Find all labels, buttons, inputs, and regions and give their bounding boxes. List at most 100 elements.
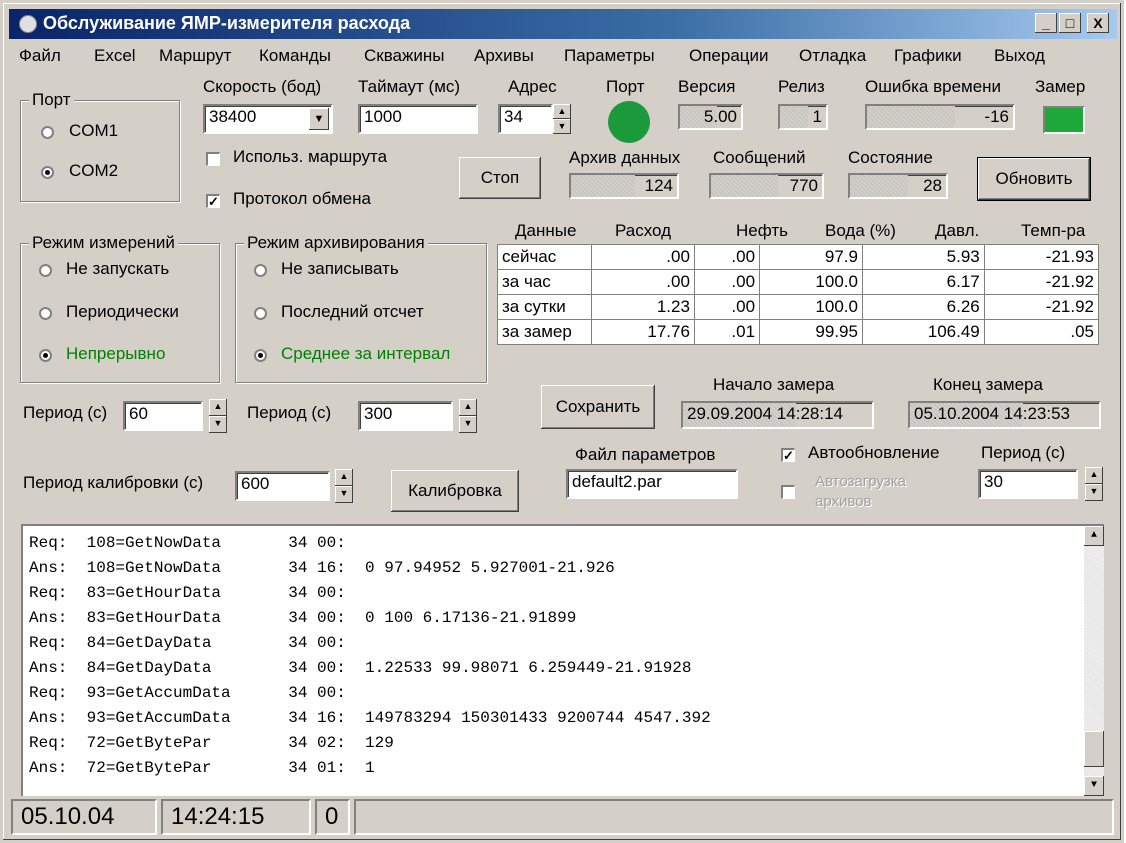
measure-mode-radio-0[interactable] xyxy=(39,264,52,277)
address-input[interactable]: 34 xyxy=(498,104,553,134)
measure-mode-radio-1[interactable] xyxy=(39,307,52,320)
calibrate-button[interactable]: Калибровка xyxy=(391,470,519,512)
release-field: 1 xyxy=(778,104,828,130)
protocol-checkbox[interactable]: ✓ xyxy=(206,194,220,208)
table-header-data: Данные xyxy=(515,221,577,240)
spin-down-icon[interactable]: ▼ xyxy=(209,416,227,433)
table-cell: за час xyxy=(497,269,592,295)
auto-load-checkbox[interactable] xyxy=(781,485,795,499)
log-line: Ans: 108=GetNowData 34 16: 0 97.94952 5.… xyxy=(29,559,615,577)
period1-spinner[interactable]: ▲ ▼ xyxy=(209,399,227,433)
table-cell: за замер xyxy=(497,319,592,345)
com2-radio[interactable] xyxy=(41,166,54,179)
menu-parameters[interactable]: Параметры xyxy=(564,46,655,66)
menu-file[interactable]: Файл xyxy=(19,46,61,66)
scroll-up-icon[interactable]: ▲ xyxy=(1084,526,1104,546)
param-file-label: Файл параметров xyxy=(575,445,716,464)
table-cell: 17.76 xyxy=(591,319,695,345)
com1-label: COM1 xyxy=(69,121,119,140)
maximize-button[interactable]: □ xyxy=(1059,13,1081,33)
menu-excel[interactable]: Excel xyxy=(94,46,136,66)
menu-bar: Файл Excel Маршрут Команды Скважины Архи… xyxy=(9,43,1109,69)
calib-period-input[interactable]: 600 xyxy=(235,471,330,501)
messages-value: 770 xyxy=(789,176,818,195)
period2-input[interactable]: 300 xyxy=(358,401,453,431)
log-line: Req: 72=GetBytePar 34 02: 129 xyxy=(29,734,394,752)
end-measure-label: Конец замера xyxy=(933,375,1043,394)
archive-mode-title: Режим архивирования xyxy=(244,233,428,253)
chevron-down-icon[interactable]: ▼ xyxy=(309,108,329,130)
archive-mode-option-2: Среднее за интервал xyxy=(281,344,451,363)
close-button[interactable]: X xyxy=(1087,13,1109,33)
messages-label: Сообщений xyxy=(713,148,806,167)
state-field: 28 xyxy=(848,173,948,199)
table-row: за сутки 1.23 .00 100.0 6.26 -21.92 xyxy=(497,294,1100,320)
menu-exit[interactable]: Выход xyxy=(994,46,1045,66)
spin-down-icon[interactable]: ▼ xyxy=(553,119,571,134)
timeout-input[interactable]: 1000 xyxy=(358,104,478,134)
start-measure-label: Начало замера xyxy=(713,375,835,394)
address-spinner[interactable]: ▲ ▼ xyxy=(553,104,571,134)
archive-mode-option-0: Не записывать xyxy=(281,259,399,278)
period1-input[interactable]: 60 xyxy=(123,401,203,431)
archive-mode-radio-2[interactable] xyxy=(254,349,267,362)
measure-indicator xyxy=(1043,106,1085,134)
spin-up-icon[interactable]: ▲ xyxy=(1085,467,1103,484)
table-row: за час .00 .00 100.0 6.17 -21.92 xyxy=(497,269,1100,295)
table-cell: -21.92 xyxy=(983,294,1100,320)
time-error-value: -16 xyxy=(984,107,1009,126)
period3-input[interactable]: 30 xyxy=(978,469,1078,499)
title-bar[interactable]: Обслуживание ЯМР-измерителя расхода _ □ … xyxy=(9,9,1117,39)
spin-up-icon[interactable]: ▲ xyxy=(553,104,571,119)
scroll-thumb[interactable] xyxy=(1084,731,1104,767)
end-measure-field: 05.10.2004 14:23:53 xyxy=(908,401,1101,429)
minimize-button[interactable]: _ xyxy=(1035,13,1057,33)
scroll-down-icon[interactable]: ▼ xyxy=(1084,776,1104,796)
calib-period-spinner[interactable]: ▲ ▼ xyxy=(335,469,353,503)
auto-load-label-2: архивов xyxy=(815,493,872,510)
table-cell: 6.26 xyxy=(861,294,985,320)
version-field: 5.00 xyxy=(678,104,743,130)
com1-radio[interactable] xyxy=(41,126,54,139)
data-table: сейчас .00 .00 97.9 5.93 -21.93 за час .… xyxy=(497,244,1100,345)
log-line: Req: 93=GetAccumData 34 00: xyxy=(29,684,346,702)
table-cell: .05 xyxy=(983,319,1100,345)
table-cell: 97.9 xyxy=(759,244,863,270)
save-button[interactable]: Сохранить xyxy=(541,385,655,429)
auto-update-checkbox[interactable]: ✓ xyxy=(781,448,795,462)
menu-route[interactable]: Маршрут xyxy=(159,46,231,66)
spin-up-icon[interactable]: ▲ xyxy=(459,399,477,416)
menu-operations[interactable]: Операции xyxy=(689,46,769,66)
menu-wells[interactable]: Скважины xyxy=(364,46,444,66)
archive-mode-radio-1[interactable] xyxy=(254,307,267,320)
refresh-button[interactable]: Обновить xyxy=(977,157,1091,201)
log-line: Ans: 72=GetBytePar 34 01: 1 xyxy=(29,759,375,777)
stop-button[interactable]: Стоп xyxy=(459,157,541,199)
start-measure-value: 29.09.2004 14:28:14 xyxy=(687,404,843,423)
log-panel[interactable]: Req: 108=GetNowData 34 00: Ans: 108=GetN… xyxy=(21,524,1104,796)
menu-graphs[interactable]: Графики xyxy=(894,46,962,66)
spin-down-icon[interactable]: ▼ xyxy=(459,416,477,433)
start-measure-field: 29.09.2004 14:28:14 xyxy=(681,401,874,429)
spin-down-icon[interactable]: ▼ xyxy=(335,486,353,503)
period3-spinner[interactable]: ▲ ▼ xyxy=(1085,467,1103,501)
spin-down-icon[interactable]: ▼ xyxy=(1085,484,1103,501)
port-group: Порт COM1 COM2 xyxy=(20,90,180,202)
table-row: сейчас .00 .00 97.9 5.93 -21.93 xyxy=(497,244,1100,270)
menu-debug[interactable]: Отладка xyxy=(799,46,866,66)
speed-select[interactable]: 38400 ▼ xyxy=(203,104,333,134)
menu-archives[interactable]: Архивы xyxy=(474,46,534,66)
table-cell: за сутки xyxy=(497,294,592,320)
spin-up-icon[interactable]: ▲ xyxy=(335,469,353,486)
measure-mode-radio-2[interactable] xyxy=(39,349,52,362)
spin-up-icon[interactable]: ▲ xyxy=(209,399,227,416)
use-route-checkbox[interactable] xyxy=(206,152,220,166)
log-scrollbar[interactable]: ▲ ▼ xyxy=(1084,526,1104,796)
time-error-field: -16 xyxy=(865,104,1015,130)
menu-commands[interactable]: Команды xyxy=(259,46,331,66)
archive-mode-radio-0[interactable] xyxy=(254,264,267,277)
table-cell: сейчас xyxy=(497,244,592,270)
period2-spinner[interactable]: ▲ ▼ xyxy=(459,399,477,433)
param-file-input[interactable]: default2.par xyxy=(566,469,738,499)
measure-mode-option-1: Периодически xyxy=(66,302,179,321)
